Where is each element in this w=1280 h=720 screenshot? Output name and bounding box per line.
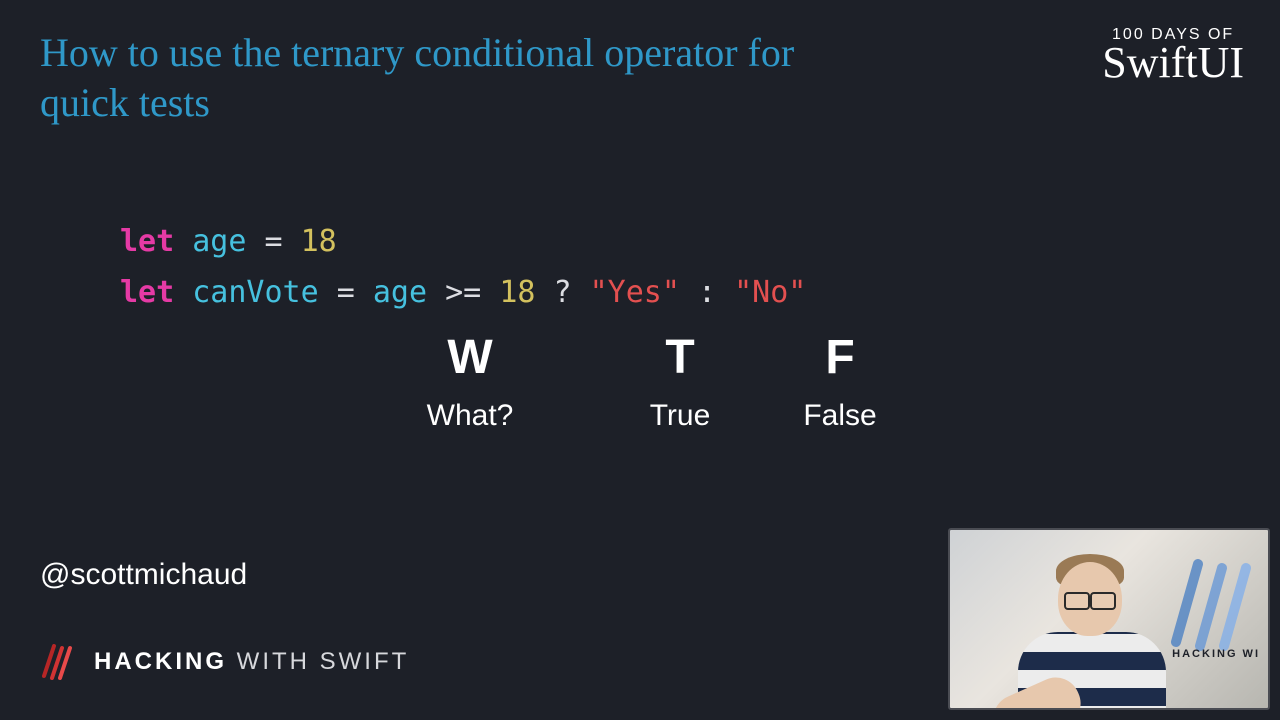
webcam-bg-logo-icon: [1158, 552, 1258, 652]
wtf-w-letter: W: [390, 330, 550, 385]
identifier-age: age: [192, 224, 246, 259]
string-yes: "Yes": [590, 275, 680, 310]
presenter-webcam: HACKING WI: [948, 528, 1270, 710]
wtf-col-false: F False: [780, 330, 900, 433]
footer-brand: HACKING WITH SWIFT: [40, 644, 409, 680]
footer-text-light: WITH SWIFT: [227, 648, 409, 675]
wtf-f-label: False: [780, 399, 900, 433]
question-mark: ?: [554, 275, 572, 310]
identifier-age: age: [373, 275, 427, 310]
number-18: 18: [499, 275, 535, 310]
webcam-bg-text: HACKING WI: [1172, 648, 1260, 660]
wtf-col-what: W What?: [390, 330, 550, 433]
keyword-let: let: [120, 275, 174, 310]
slide-title: How to use the ternary conditional opera…: [40, 28, 860, 128]
code-block: let age = 18 let canVote = age >= 18 ? "…: [120, 216, 806, 318]
number-18: 18: [301, 224, 337, 259]
code-line-2: let canVote = age >= 18 ? "Yes" : "No": [120, 267, 806, 318]
code-line-1: let age = 18: [120, 216, 806, 267]
presenter-figure: [1010, 548, 1170, 710]
wtf-t-letter: T: [620, 330, 740, 385]
brand-badge: 100 DAYS OF SwiftUI: [1102, 26, 1244, 84]
colon: :: [698, 275, 716, 310]
wtf-col-true: T True: [620, 330, 740, 433]
string-no: "No": [734, 275, 806, 310]
wtf-f-letter: F: [780, 330, 900, 385]
wtf-t-label: True: [620, 399, 740, 433]
equals-op: =: [337, 275, 355, 310]
brand-main-text: SwiftUI: [1102, 42, 1244, 84]
gte-op: >=: [445, 275, 481, 310]
hws-logo-icon: [40, 644, 76, 680]
wtf-w-label: What?: [390, 399, 550, 433]
credit-handle: @scottmichaud: [40, 558, 247, 592]
equals-op: =: [265, 224, 283, 259]
keyword-let: let: [120, 224, 174, 259]
footer-text: HACKING WITH SWIFT: [94, 648, 409, 676]
identifier-canvote: canVote: [192, 275, 318, 310]
footer-text-bold: HACKING: [94, 648, 227, 675]
